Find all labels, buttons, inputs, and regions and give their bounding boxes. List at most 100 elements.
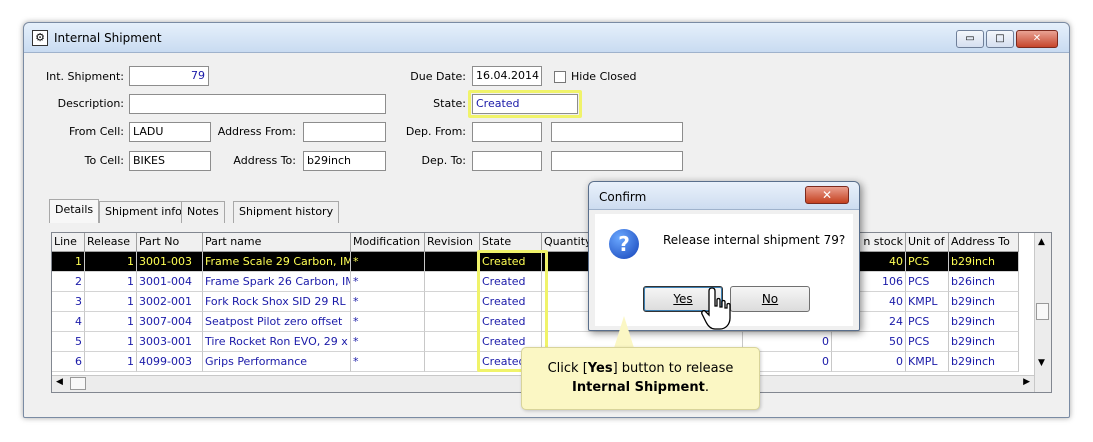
cell-part-name[interactable]: Frame Spark 26 Carbon, IM bbox=[203, 272, 351, 292]
scroll-left-icon[interactable]: ◀ bbox=[56, 377, 63, 387]
close-button[interactable]: ✕ bbox=[1016, 30, 1058, 48]
cell-unit[interactable]: PCS bbox=[906, 272, 949, 292]
cell-modification[interactable]: * bbox=[351, 272, 425, 292]
cell-unit[interactable]: PCS bbox=[906, 312, 949, 332]
cell-release[interactable]: 1 bbox=[85, 352, 137, 372]
description-field[interactable] bbox=[129, 94, 386, 114]
dialog-message: Release internal shipment 79? bbox=[663, 233, 846, 247]
dep-from-code-field[interactable] bbox=[472, 122, 542, 142]
hand-cursor-icon bbox=[701, 287, 731, 330]
cell-revision[interactable] bbox=[425, 272, 480, 292]
cell-revision[interactable] bbox=[425, 312, 480, 332]
cell-modification[interactable]: * bbox=[351, 332, 425, 352]
cell-part-name[interactable]: Grips Performance bbox=[203, 352, 351, 372]
col-header-part-name[interactable]: Part name bbox=[203, 233, 351, 252]
col-header-modification[interactable]: Modification bbox=[351, 233, 425, 252]
address-to-field[interactable]: b29inch bbox=[303, 151, 386, 171]
from-cell-field[interactable]: LADU bbox=[129, 122, 211, 142]
hide-closed-label: Hide Closed bbox=[571, 70, 637, 83]
callout-yes-emphasis: Yes bbox=[587, 361, 613, 376]
to-cell-field[interactable]: BIKES bbox=[129, 151, 211, 171]
cell-line[interactable]: 4 bbox=[52, 312, 85, 332]
cell-modification[interactable]: * bbox=[351, 252, 425, 272]
cell-revision[interactable] bbox=[425, 292, 480, 312]
tab-shipment-info[interactable]: Shipment info bbox=[99, 201, 188, 223]
cell-line[interactable]: 5 bbox=[52, 332, 85, 352]
maximize-button[interactable]: □ bbox=[986, 30, 1014, 48]
cell-line[interactable]: 1 bbox=[52, 252, 85, 272]
cell-address-to[interactable]: b26inch bbox=[949, 272, 1019, 292]
dialog-close-button[interactable]: ✕ bbox=[805, 186, 849, 204]
cell-revision[interactable] bbox=[425, 332, 480, 352]
scroll-right-icon[interactable]: ▶ bbox=[1023, 377, 1030, 387]
cell-address-to[interactable]: b29inch bbox=[949, 332, 1019, 352]
cell-line[interactable]: 2 bbox=[52, 272, 85, 292]
vertical-scrollbar[interactable]: ▲ ▼ bbox=[1034, 233, 1051, 392]
due-date-field[interactable]: 16.04.2014 bbox=[472, 66, 542, 86]
scroll-down-icon[interactable]: ▼ bbox=[1038, 358, 1045, 368]
cell-line[interactable]: 6 bbox=[52, 352, 85, 372]
cell-part-name[interactable]: Frame Scale 29 Carbon, IMI bbox=[203, 252, 351, 272]
address-from-label: Address From: bbox=[217, 125, 296, 138]
address-from-field[interactable] bbox=[303, 122, 386, 142]
dep-to-name-field[interactable] bbox=[551, 151, 683, 171]
col-header-part-no[interactable]: Part No bbox=[137, 233, 203, 252]
due-date-label: Due Date: bbox=[410, 70, 466, 83]
callout-prefix: Click [ bbox=[547, 361, 588, 376]
cell-unit[interactable]: KMPL bbox=[906, 352, 949, 372]
no-button-label: No bbox=[761, 292, 779, 306]
cell-part-name[interactable]: Tire Rocket Ron EVO, 29 x bbox=[203, 332, 351, 352]
dep-to-code-field[interactable] bbox=[472, 151, 542, 171]
cell-part-name[interactable]: Fork Rock Shox SID 29 RL bbox=[203, 292, 351, 312]
question-icon: ? bbox=[609, 229, 639, 259]
cell-revision[interactable] bbox=[425, 352, 480, 372]
cell-stock[interactable]: 0 bbox=[832, 352, 906, 372]
callout-pointer bbox=[614, 316, 634, 348]
cell-part-no[interactable]: 3002-001 bbox=[137, 292, 203, 312]
app-icon: ⚙ bbox=[32, 30, 48, 46]
cell-modification[interactable]: * bbox=[351, 312, 425, 332]
cell-release[interactable]: 1 bbox=[85, 332, 137, 352]
cell-release[interactable]: 1 bbox=[85, 312, 137, 332]
cell-unit[interactable]: PCS bbox=[906, 332, 949, 352]
cell-release[interactable]: 1 bbox=[85, 272, 137, 292]
hide-closed-checkbox[interactable] bbox=[554, 71, 566, 83]
tab-notes[interactable]: Notes bbox=[181, 201, 225, 223]
cell-modification[interactable]: * bbox=[351, 292, 425, 312]
cell-release[interactable]: 1 bbox=[85, 252, 137, 272]
h-scroll-thumb[interactable] bbox=[70, 377, 86, 390]
to-cell-label: To Cell: bbox=[84, 154, 124, 167]
no-button[interactable]: No bbox=[730, 286, 810, 312]
col-header-address-to[interactable]: Address To bbox=[949, 233, 1019, 252]
dep-from-name-field[interactable] bbox=[551, 122, 683, 142]
callout-line-1: Click [Yes] button to release bbox=[522, 359, 759, 378]
cell-part-no[interactable]: 3007-004 bbox=[137, 312, 203, 332]
scroll-thumb[interactable] bbox=[1036, 303, 1049, 320]
cell-release[interactable]: 1 bbox=[85, 292, 137, 312]
cell-revision[interactable] bbox=[425, 252, 480, 272]
cell-address-to[interactable]: b29inch bbox=[949, 312, 1019, 332]
col-header-release[interactable]: Release bbox=[85, 233, 137, 252]
cell-address-to[interactable]: b29inch bbox=[949, 252, 1019, 272]
cell-unit[interactable]: KMPL bbox=[906, 292, 949, 312]
cell-part-no[interactable]: 4099-003 bbox=[137, 352, 203, 372]
minimize-button[interactable]: ▭ bbox=[956, 30, 984, 48]
tab-shipment-history[interactable]: Shipment history bbox=[233, 201, 340, 223]
from-cell-label: From Cell: bbox=[68, 125, 124, 138]
cell-address-to[interactable]: b29inch bbox=[949, 292, 1019, 312]
int-shipment-field[interactable]: 79 bbox=[129, 66, 209, 86]
cell-stock[interactable]: 50 bbox=[832, 332, 906, 352]
cell-part-name[interactable]: Seatpost Pilot zero offset bbox=[203, 312, 351, 332]
cell-modification[interactable]: * bbox=[351, 352, 425, 372]
scroll-up-icon[interactable]: ▲ bbox=[1038, 237, 1045, 247]
cell-address-to[interactable]: b29inch bbox=[949, 352, 1019, 372]
cell-unit[interactable]: PCS bbox=[906, 252, 949, 272]
cell-part-no[interactable]: 3001-003 bbox=[137, 252, 203, 272]
cell-part-no[interactable]: 3001-004 bbox=[137, 272, 203, 292]
col-header-unit[interactable]: Unit of bbox=[906, 233, 949, 252]
col-header-revision[interactable]: Revision bbox=[425, 233, 480, 252]
cell-line[interactable]: 3 bbox=[52, 292, 85, 312]
col-header-line[interactable]: Line bbox=[52, 233, 85, 252]
tab-details[interactable]: Details bbox=[49, 199, 100, 223]
cell-part-no[interactable]: 3003-001 bbox=[137, 332, 203, 352]
